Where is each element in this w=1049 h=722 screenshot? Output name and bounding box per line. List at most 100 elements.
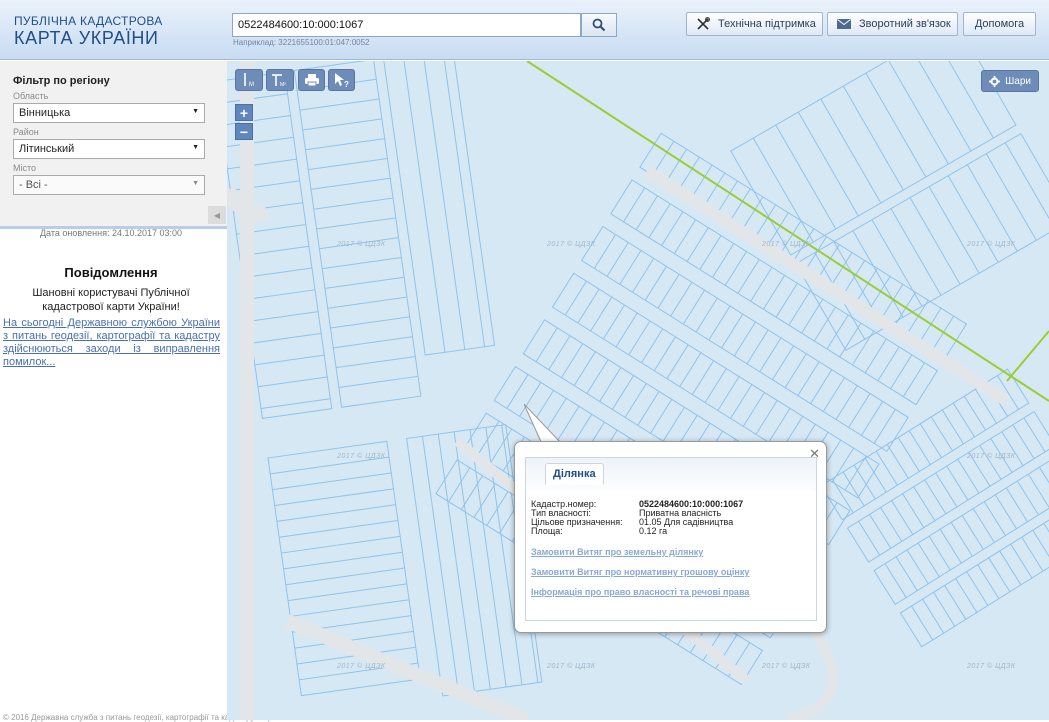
parcel-boundary: [788, 290, 811, 326]
parcel-boundary: [887, 61, 949, 165]
parcel-boundary: [673, 219, 696, 254]
svg-text:?: ?: [344, 80, 349, 88]
news-greeting: Шановні користувачі Публічної кадастрово…: [32, 287, 190, 313]
map-watermark: 2017 © ЦДЗК: [337, 453, 386, 460]
map-watermark: 2017 © ЦДЗК: [337, 241, 386, 248]
parcel-boundary: [448, 467, 471, 502]
chevron-down-icon: ▼: [192, 180, 199, 187]
popup-content: Кадастр.номер: 0522484600:10:000:1067 Тип…: [529, 490, 813, 617]
region-value: Вінницька: [19, 107, 71, 119]
parcel-boundary: [1004, 142, 1049, 230]
help-button[interactable]: Допомога: [963, 12, 1036, 36]
city-select[interactable]: - Всі - ▼: [13, 175, 205, 195]
search-input[interactable]: [232, 13, 581, 37]
measure-distance-icon: M: [244, 73, 254, 88]
parcel-boundary: [248, 311, 319, 322]
zoom-in-button[interactable]: +: [235, 104, 253, 121]
parcel-boundary: [299, 98, 380, 111]
parcel-boundary: [721, 313, 744, 349]
parcel-boundary: [759, 337, 782, 373]
print-button[interactable]: [298, 69, 325, 91]
region-select[interactable]: Вінницька ▼: [13, 103, 205, 123]
parcel-boundary: [281, 535, 401, 554]
parcel-boundary: [775, 283, 798, 318]
parcel-boundary: [742, 392, 765, 427]
parcel-boundary: [632, 258, 655, 293]
tools-icon: [696, 17, 710, 31]
parcel-boundary: [422, 61, 466, 350]
parcel-boundary: [486, 491, 509, 526]
parcel-boundary: [686, 227, 709, 262]
region-filter: Фільтр по регіону Область Вінницька ▼ Ра…: [0, 61, 227, 226]
filter-title: Фільтр по регіону: [13, 75, 110, 87]
parcel-boundary: [657, 274, 680, 309]
support-button[interactable]: Технічна підтримка: [686, 12, 823, 36]
identify-button[interactable]: ?: [328, 69, 355, 91]
district-value: Літинський: [19, 143, 75, 155]
tab-parcel[interactable]: Ділянка: [545, 463, 604, 485]
svg-text:M: M: [249, 82, 254, 88]
parcel-boundary: [330, 316, 410, 329]
parcel-boundary: [606, 242, 629, 277]
order-land-extract-link[interactable]: Замовити Витяг про земельну ділянку: [531, 547, 703, 557]
district-select[interactable]: Літинський ▼: [13, 139, 205, 159]
feedback-button[interactable]: Зворотний зв'язок: [827, 12, 958, 36]
parcel-boundary: [712, 243, 735, 278]
attr-value: 0.12 га: [639, 526, 668, 536]
parcel-boundary: [628, 320, 651, 356]
gear-icon: [989, 75, 1001, 87]
map-watermark: 2017 © ЦДЗК: [762, 663, 811, 670]
parcel-boundary: [906, 299, 929, 335]
parcel-boundary: [784, 353, 807, 388]
site-logo[interactable]: ПУБЛІЧНА КАДАСТРОВА КАРТА УКРАЇНИ: [14, 14, 163, 48]
parcel-boundary: [822, 377, 845, 412]
map-watermark: 2017 © ЦДЗК: [337, 663, 386, 670]
map-watermark: 2017 © ЦДЗК: [967, 663, 1016, 670]
parcel-boundary: [844, 455, 867, 491]
support-label: Технічна підтримка: [718, 18, 816, 30]
parcel-boundary: [327, 296, 408, 309]
parcel-boundary: [661, 211, 684, 246]
print-icon: [304, 74, 319, 87]
parcel-boundary: [619, 250, 642, 285]
measure-area-button[interactable]: M²: [266, 69, 294, 91]
collapse-sidebar-button[interactable]: ◀: [208, 206, 226, 224]
ownership-info-link[interactable]: Інформація про право власності та речові…: [531, 587, 749, 597]
parcel-boundary: [861, 401, 884, 436]
parcel-boundary: [797, 361, 820, 396]
parcel-boundary: [611, 375, 635, 410]
zoom-out-button[interactable]: −: [235, 123, 253, 140]
search-button[interactable]: [581, 13, 617, 37]
measure-area-icon: M²: [272, 74, 286, 88]
parcel-boundary: [691, 360, 715, 395]
parcel-boundary: [682, 289, 706, 325]
parcel-boundary: [338, 375, 419, 388]
map-view[interactable]: 2017 © ЦДЗК 2017 © ЦДЗК 2017 © ЦДЗК 2017…: [227, 61, 1049, 720]
attr-area: Площа: 0.12 га: [531, 526, 667, 536]
parcel-boundary: [679, 352, 702, 387]
parcel-boundary: [909, 197, 961, 285]
app-header: ПУБЛІЧНА КАДАСТРОВА КАРТА УКРАЇНИ Наприк…: [0, 0, 1049, 60]
feedback-label: Зворотний зв'язок: [859, 18, 951, 30]
parcel-boundary: [877, 346, 900, 382]
parcel-boundary: [947, 175, 999, 263]
parcel-boundary: [548, 335, 571, 370]
parcel-boundary: [717, 376, 740, 411]
order-valuation-extract-link[interactable]: Замовити Витяг про нормативну грошову оц…: [531, 567, 749, 577]
parcel-boundary: [586, 359, 609, 394]
parcel-boundary: [274, 488, 394, 507]
parcel-boundary: [245, 289, 316, 301]
parcel-boundary: [839, 322, 862, 358]
parcel-boundary: [695, 297, 718, 333]
region-label: Область: [13, 91, 49, 101]
parcel-boundary: [635, 195, 658, 231]
measure-distance-button[interactable]: M: [235, 69, 263, 91]
city-value: - Всі -: [19, 179, 48, 191]
news-link[interactable]: На сьогодні Державною службою України з …: [3, 317, 220, 369]
layers-button[interactable]: Шари: [981, 70, 1039, 92]
map-watermark: 2017 © ЦДЗК: [547, 663, 596, 670]
parcel-boundary: [624, 383, 647, 418]
road: [284, 614, 530, 720]
parcel-boundary: [313, 197, 394, 210]
parcel-boundary: [615, 312, 638, 348]
